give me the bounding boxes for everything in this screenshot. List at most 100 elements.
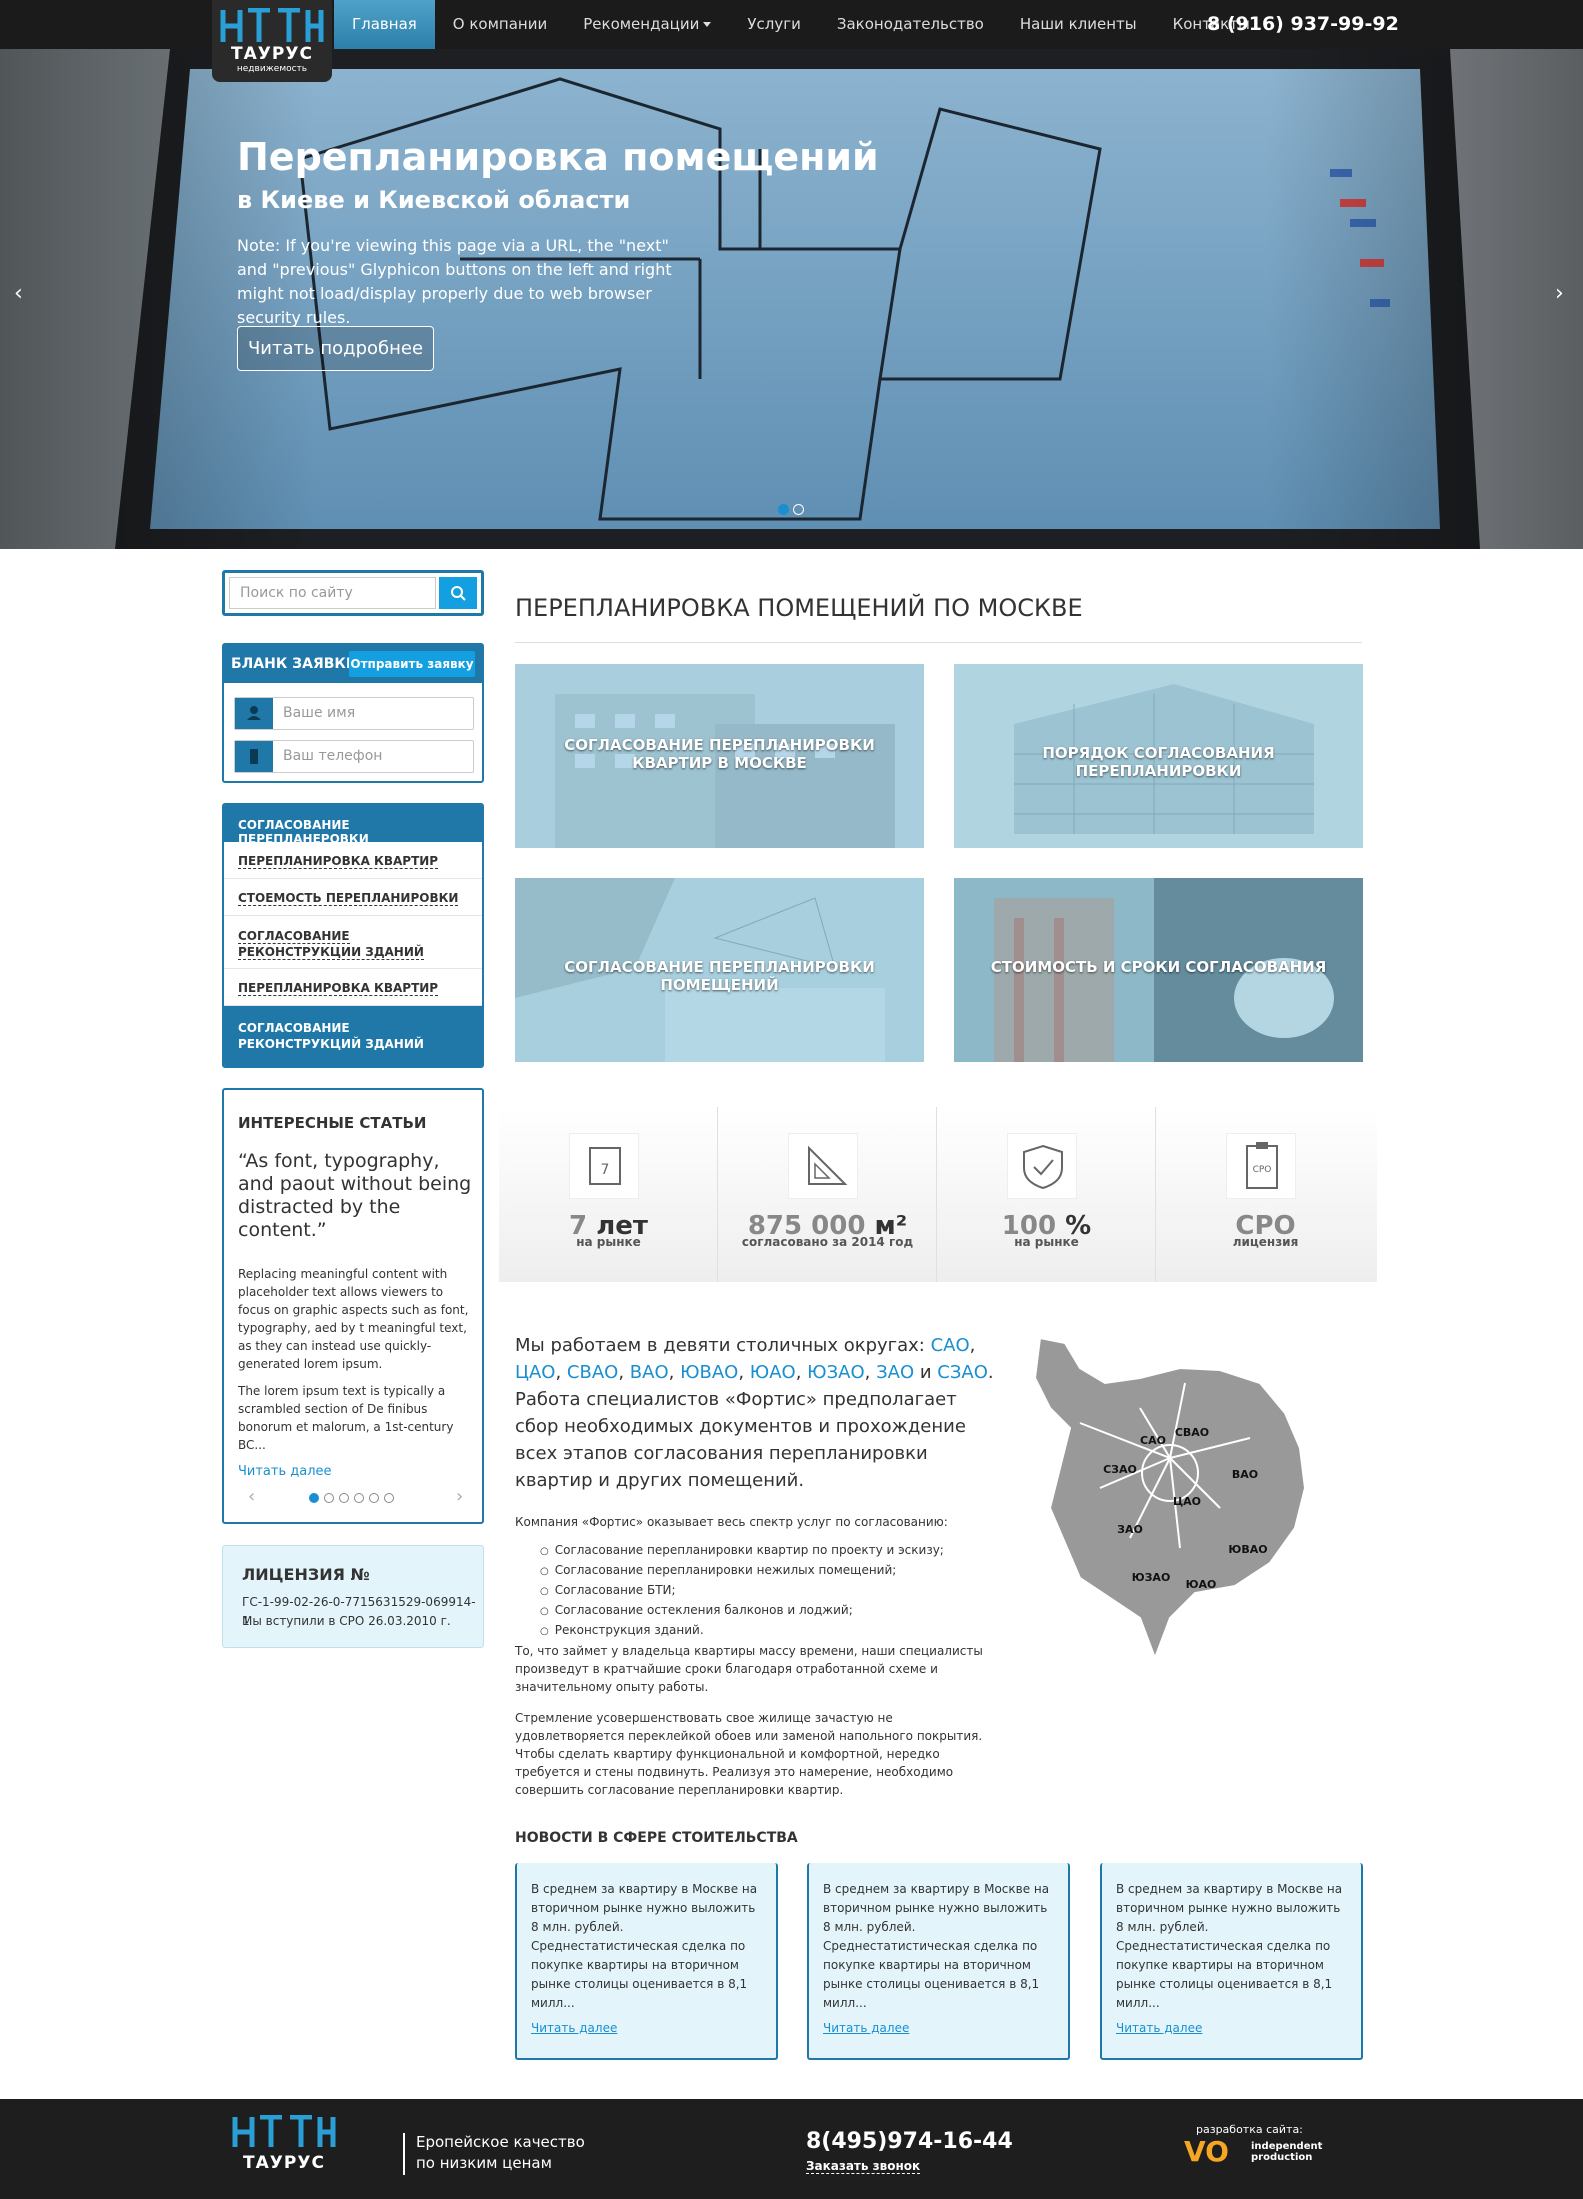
name-placeholder: Ваше имя bbox=[283, 705, 356, 721]
carousel-next-icon[interactable]: › bbox=[1555, 281, 1564, 306]
district-link-yuao[interactable]: ЮАО bbox=[750, 1362, 796, 1383]
nav-about[interactable]: О компании bbox=[435, 0, 565, 49]
nav-clients[interactable]: Наши клиенты bbox=[1002, 0, 1155, 49]
caret-down-icon bbox=[703, 22, 712, 27]
search-input[interactable]: Поиск по сайту bbox=[229, 577, 436, 609]
stat-label: на рынке bbox=[1014, 1235, 1079, 1249]
carousel-indicator[interactable] bbox=[793, 504, 804, 515]
stat-percent: 100 % на рынке bbox=[937, 1107, 1156, 1282]
map-label: СЗАО bbox=[1103, 1463, 1137, 1476]
articles-indicator[interactable] bbox=[369, 1493, 379, 1503]
stat-label: согласовано за 2014 год bbox=[741, 1235, 914, 1249]
carousel-indicator[interactable] bbox=[778, 504, 789, 515]
articles-indicator[interactable] bbox=[354, 1493, 364, 1503]
read-more-button[interactable]: Читать подробнее bbox=[237, 326, 434, 371]
nav-home[interactable]: Главная bbox=[334, 0, 435, 49]
district-link-sao[interactable]: САО bbox=[931, 1335, 970, 1356]
site-logo[interactable]: ТАУРУС недвижемость bbox=[212, 0, 332, 82]
sidebar-item-header[interactable]: СОГЛАСОВАНИЕ ПЕРЕПЛАНЕРОВКИ bbox=[224, 805, 482, 846]
name-field[interactable]: Ваше имя bbox=[234, 697, 474, 730]
logo-mark-icon bbox=[232, 2114, 336, 2147]
sidebar-item-label: СОГЛАСОВАНИЕ РЕКОНСТРУКЦИЙ ЗДАНИЙ bbox=[238, 1021, 424, 1051]
sidebar-item-label: ПЕРЕПЛАНИРОВКА КВАРТИР bbox=[238, 854, 439, 869]
developer-name-line: independent bbox=[1251, 2141, 1323, 2152]
list-item: Реконструкция зданий. bbox=[540, 1621, 944, 1641]
tile-title: СОГЛАСОВАНИЕ ПЕРЕПЛАНИРОВКИ КВАРТИР В МО… bbox=[564, 736, 875, 772]
news-read-more-link[interactable]: Читать далее bbox=[823, 2021, 909, 2035]
ruler-triangle-icon bbox=[788, 1133, 858, 1199]
order-call-link[interactable]: Заказать звонок bbox=[806, 2159, 921, 2174]
nav-legislation[interactable]: Законодательство bbox=[819, 0, 1002, 49]
phone-field[interactable]: Ваш телефон bbox=[234, 740, 474, 773]
sidebar-item[interactable]: ПЕРЕПЛАНИРОВКА КВАРТИР bbox=[224, 969, 482, 1006]
news-text: В среднем за квартиру в Москве на вторич… bbox=[531, 1882, 758, 2010]
slogan-line: по низким ценам bbox=[416, 2154, 552, 2172]
footer-logo[interactable]: ТАУРУС bbox=[232, 2114, 336, 2173]
hero-carousel: Перепланировка помещений в Киеве и Киевс… bbox=[0, 49, 1583, 549]
map-label: ЮВАО bbox=[1228, 1543, 1267, 1556]
sidebar-item[interactable]: СТОЕМОСТЬ ПЕРЕПЛАНИРОВКИ bbox=[224, 879, 482, 916]
article-text: The lorem ipsum text is typically a scra… bbox=[238, 1384, 454, 1452]
nav-recommendations[interactable]: Рекомендации bbox=[565, 0, 729, 49]
send-request-button[interactable]: Отправить заявку bbox=[349, 651, 475, 677]
news-text: В среднем за квартиру в Москве на вторич… bbox=[823, 1882, 1050, 2010]
stat-area: 875 000 м² согласовано за 2014 год bbox=[718, 1107, 937, 1282]
service-tile[interactable]: СОГЛАСОВАНИЕ ПЕРЕПЛАНИРОВКИ ПОМЕЩЕНИЙ bbox=[515, 878, 924, 1062]
nav-services[interactable]: Услуги bbox=[729, 0, 818, 49]
map-label: ЮАО bbox=[1186, 1578, 1217, 1591]
articles-indicator[interactable] bbox=[309, 1493, 319, 1503]
footer-brand: ТАУРУС bbox=[243, 2153, 325, 2173]
stat-sro: СРО СРО лицензия bbox=[1156, 1107, 1375, 1282]
shield-check-icon bbox=[1007, 1133, 1077, 1199]
district-link-svao[interactable]: СВАО bbox=[567, 1362, 618, 1383]
article-read-more-link[interactable]: Читать далее bbox=[238, 1464, 332, 1479]
form-header: БЛАНК ЗАЯВКИ Отправить заявку bbox=[224, 645, 482, 683]
district-link-zao[interactable]: ЗАО bbox=[876, 1362, 914, 1383]
developer-logo[interactable]: VO bbox=[1184, 2135, 1229, 2168]
list-item: Согласование перепланировки квартир по п… bbox=[540, 1541, 944, 1561]
articles-indicator[interactable] bbox=[339, 1493, 349, 1503]
district-link-yuzao[interactable]: ЮЗАО bbox=[807, 1362, 864, 1383]
map-label: ЮЗАО bbox=[1132, 1571, 1171, 1584]
service-tile[interactable]: ПОРЯДОК СОГЛАСОВАНИЯ ПЕРЕПЛАНИРОВКИ bbox=[954, 664, 1363, 848]
tile-title: СОГЛАСОВАНИЕ ПЕРЕПЛАНИРОВКИ ПОМЕЩЕНИЙ bbox=[564, 958, 875, 994]
article-text: Replacing meaningful content with placeh… bbox=[238, 1267, 469, 1371]
developer-name-line: production bbox=[1251, 2152, 1313, 2163]
news-read-more-link[interactable]: Читать далее bbox=[531, 2021, 617, 2035]
list-item: Согласование БТИ; bbox=[540, 1581, 944, 1601]
sidebar-menu: СОГЛАСОВАНИЕ ПЕРЕПЛАНЕРОВКИ ПЕРЕПЛАНИРОВ… bbox=[222, 803, 484, 1068]
news-read-more-link[interactable]: Читать далее bbox=[1116, 2021, 1202, 2035]
map-label: ВАО bbox=[1232, 1468, 1258, 1481]
developer-name: independent production bbox=[1251, 2141, 1322, 2163]
articles-next-icon[interactable]: › bbox=[456, 1486, 463, 1507]
sidebar-item[interactable]: ПЕРЕПЛАНИРОВКА КВАРТИР bbox=[224, 842, 482, 879]
service-tile[interactable]: СТОИМОСТЬ И СРОКИ СОГЛАСОВАНИЯ bbox=[954, 878, 1363, 1062]
sidebar-item-active[interactable]: СОГЛАСОВАНИЕ РЕКОНСТРУКЦИЙ ЗДАНИЙ bbox=[224, 1006, 482, 1066]
articles-indicator[interactable] bbox=[324, 1493, 334, 1503]
map-label: ЦАО bbox=[1173, 1495, 1201, 1508]
district-link-szao[interactable]: СЗАО bbox=[937, 1362, 988, 1383]
footer-phone[interactable]: 8(495)974-16-44 bbox=[806, 2129, 1013, 2154]
search-button[interactable] bbox=[439, 577, 477, 609]
tile-title: ПОРЯДОК СОГЛАСОВАНИЯ ПЕРЕПЛАНИРОВКИ bbox=[1042, 744, 1275, 780]
logo-title: ТАУРУС bbox=[231, 44, 313, 64]
svg-text:СРО: СРО bbox=[1253, 1165, 1272, 1175]
footer-slogan: Еропейское качество по низким ценам bbox=[416, 2132, 585, 2174]
articles-indicator[interactable] bbox=[384, 1493, 394, 1503]
page-title: ПЕРЕПЛАНИРОВКА ПОМЕЩЕНИЙ ПО МОСКВЕ bbox=[515, 594, 1083, 622]
phone-placeholder: Ваш телефон bbox=[283, 748, 383, 764]
sidebar-item[interactable]: СОГЛАСОВАНИЕ РЕКОНСТРУКЦИИ ЗДАНИЙ bbox=[224, 916, 482, 969]
header-phone[interactable]: 8 (916) 937-99-92 bbox=[1207, 0, 1399, 49]
service-tile[interactable]: СОГЛАСОВАНИЕ ПЕРЕПЛАНИРОВКИ КВАРТИР В МО… bbox=[515, 664, 924, 848]
news-card: В среднем за квартиру в Москве на вторич… bbox=[807, 1863, 1070, 2060]
map-label: ЗАО bbox=[1117, 1523, 1143, 1536]
hero-title: Перепланировка помещений bbox=[237, 135, 879, 179]
carousel-prev-icon[interactable]: ‹ bbox=[14, 281, 23, 306]
district-link-cao[interactable]: ЦАО bbox=[515, 1362, 555, 1383]
district-link-vao[interactable]: ВАО bbox=[630, 1362, 669, 1383]
hero-subtitle: в Киеве и Киевской области bbox=[237, 186, 631, 214]
license-box: ЛИЦЕНЗИЯ № ГС-1-99-02-26-0-7715631529-06… bbox=[222, 1545, 484, 1648]
moscow-districts-map: САО СВАО СЗАО ВАО ЦАО ЗАО ЮВАО ЮЗАО ЮАО bbox=[1033, 1336, 1307, 1661]
articles-prev-icon[interactable]: ‹ bbox=[248, 1486, 255, 1507]
district-link-yuvao[interactable]: ЮВАО bbox=[680, 1362, 738, 1383]
